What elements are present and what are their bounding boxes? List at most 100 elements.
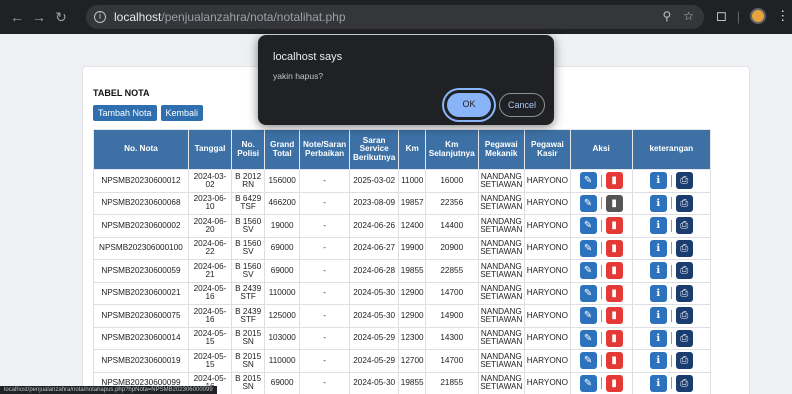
cell-km-next: 16000 — [424, 169, 479, 193]
table-row: NPSMB20230600002 2024-06-20 B 1560 SV 19000… — [93, 214, 712, 238]
info-icon[interactable]: ℹ — [649, 284, 667, 302]
trash-icon[interactable]: ▮ — [605, 262, 623, 280]
info-icon[interactable]: ℹ — [649, 194, 667, 212]
cell-total: 19000 — [264, 214, 301, 238]
back-arrow-icon[interactable]: ← — [6, 9, 28, 25]
cell-mekanik: NANDANG SETIAWAN — [477, 304, 526, 328]
cell-note: - — [299, 371, 350, 394]
cell-tanggal: 2023-06-10 — [187, 191, 233, 215]
separator — [670, 242, 672, 255]
menu-kebab-icon[interactable]: ⋮ — [776, 8, 789, 24]
trash-icon[interactable]: ▮ — [605, 284, 623, 302]
cell-tanggal: 2024-05-16 — [187, 304, 233, 328]
browser-toolbar: ← → ↻ i localhost/penjualanzahra/nota/no… — [0, 0, 792, 34]
pencil-icon[interactable]: ✎ — [579, 307, 597, 325]
reload-icon[interactable]: ↻ — [50, 9, 72, 26]
cell-saran: 2024-06-28 — [348, 259, 400, 283]
pencil-icon[interactable]: ✎ — [579, 262, 597, 280]
cell-km: 19900 — [398, 236, 426, 260]
cell-kasir: HARYONO — [524, 236, 571, 260]
dialog-ok-button[interactable]: OK — [447, 93, 491, 117]
trash-icon[interactable]: ▮ — [605, 329, 623, 347]
print-icon[interactable]: ⎙ — [675, 239, 693, 257]
pencil-icon[interactable]: ✎ — [579, 284, 597, 302]
info-icon[interactable]: ℹ — [649, 307, 667, 325]
cell-polisi: B 2439 STF — [231, 281, 266, 305]
print-icon[interactable]: ⎙ — [675, 262, 693, 280]
cell-mekanik: NANDANG SETIAWAN — [477, 236, 526, 260]
cell-nota: NPSMB20230600021 — [93, 281, 189, 305]
separator — [670, 174, 672, 187]
pencil-icon[interactable]: ✎ — [579, 352, 597, 370]
pencil-icon[interactable]: ✎ — [579, 239, 597, 257]
forward-arrow-icon[interactable]: → — [28, 9, 50, 25]
print-icon[interactable]: ⎙ — [675, 284, 693, 302]
site-info-icon[interactable]: i — [94, 11, 106, 23]
cell-nota: NPSMB20230600012 — [93, 169, 189, 193]
cell-aksi: ✎ ▮ — [569, 169, 633, 193]
cell-km-next: 20900 — [424, 236, 479, 260]
extensions-icon[interactable]: ◻ — [716, 8, 727, 24]
cell-note: - — [299, 304, 350, 328]
cell-tanggal: 2024-05-15 — [187, 326, 233, 350]
separator — [600, 332, 602, 345]
print-icon[interactable]: ⎙ — [675, 217, 693, 235]
table-row: NPSMB20230600075 2024-05-16 B 2439 STF 1250… — [93, 304, 712, 328]
cell-mekanik: NANDANG SETIAWAN — [477, 214, 526, 238]
pencil-icon[interactable]: ✎ — [579, 217, 597, 235]
pencil-icon[interactable]: ✎ — [579, 374, 597, 392]
add-nota-button[interactable]: Tambah Nota — [93, 105, 157, 121]
cell-mekanik: NANDANG SETIAWAN — [477, 349, 526, 373]
info-icon[interactable]: ℹ — [649, 374, 667, 392]
page-title: TABEL NOTA — [93, 88, 150, 98]
trash-icon[interactable]: ▮ — [605, 217, 623, 235]
trash-icon[interactable]: ▮ — [605, 194, 623, 212]
cell-note: - — [299, 236, 350, 260]
separator — [600, 287, 602, 300]
info-icon[interactable]: ℹ — [649, 172, 667, 190]
trash-icon[interactable]: ▮ — [605, 374, 623, 392]
address-bar[interactable]: i localhost/penjualanzahra/nota/notaliha… — [86, 5, 704, 29]
trash-icon[interactable]: ▮ — [605, 352, 623, 370]
print-icon[interactable]: ⎙ — [675, 194, 693, 212]
trash-icon[interactable]: ▮ — [605, 239, 623, 257]
pencil-icon[interactable]: ✎ — [579, 194, 597, 212]
pencil-icon[interactable]: ✎ — [579, 329, 597, 347]
info-icon[interactable]: ℹ — [649, 239, 667, 257]
print-icon[interactable]: ⎙ — [675, 172, 693, 190]
trash-icon[interactable]: ▮ — [605, 307, 623, 325]
profile-avatar[interactable] — [750, 8, 767, 24]
info-icon[interactable]: ℹ — [649, 262, 667, 280]
print-icon[interactable]: ⎙ — [675, 307, 693, 325]
info-icon[interactable]: ℹ — [649, 352, 667, 370]
separator — [600, 242, 602, 255]
cell-keterangan: ℹ ⎙ — [631, 169, 712, 193]
cell-kasir: HARYONO — [524, 304, 571, 328]
cell-kasir: HARYONO — [524, 371, 571, 394]
print-icon[interactable]: ⎙ — [675, 329, 693, 347]
column-header: Tanggal — [187, 129, 233, 170]
print-icon[interactable]: ⎙ — [675, 374, 693, 392]
zoom-icon[interactable]: ⚲ — [662, 9, 671, 23]
info-icon[interactable]: ℹ — [649, 329, 667, 347]
cell-aksi: ✎ ▮ — [569, 236, 633, 260]
column-header: Km Selanjutnya — [424, 129, 479, 170]
back-button[interactable]: Kembali — [160, 105, 204, 121]
cell-saran: 2023-08-09 — [348, 191, 400, 215]
bookmark-star-icon[interactable]: ☆ — [683, 9, 694, 23]
dialog-cancel-button[interactable]: Cancel — [499, 93, 545, 117]
cell-nota: NPSMB202306000100 — [93, 236, 189, 260]
cell-total: 110000 — [264, 349, 301, 373]
cell-km: 12700 — [398, 349, 426, 373]
cell-total: 156000 — [264, 169, 301, 193]
cell-kasir: HARYONO — [524, 214, 571, 238]
table-row: NPSMB20230600014 2024-05-15 B 2015 SN 10300… — [93, 326, 712, 350]
info-icon[interactable]: ℹ — [649, 217, 667, 235]
separator — [600, 264, 602, 277]
trash-icon[interactable]: ▮ — [605, 172, 623, 190]
cell-saran: 2024-05-29 — [348, 349, 400, 373]
separator — [670, 309, 672, 322]
cell-note: - — [299, 191, 350, 215]
print-icon[interactable]: ⎙ — [675, 352, 693, 370]
pencil-icon[interactable]: ✎ — [579, 172, 597, 190]
